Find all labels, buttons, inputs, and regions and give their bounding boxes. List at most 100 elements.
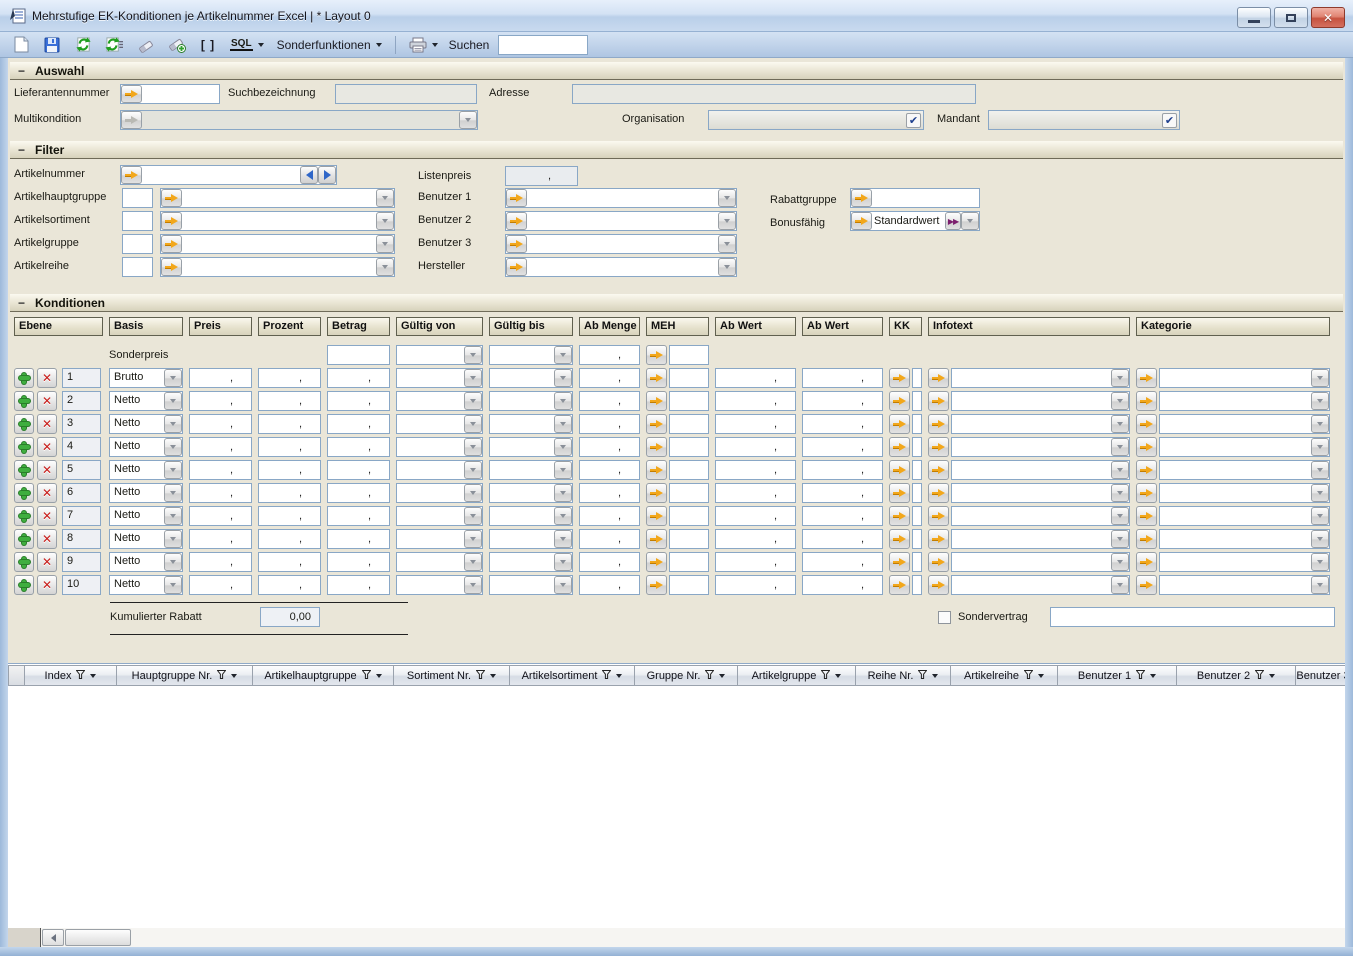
delete-row-button-7[interactable]: ✕ [37,506,57,526]
chevron-down-icon[interactable] [164,576,182,594]
kk-lookup-button-4[interactable] [889,437,910,457]
meh-lookup-button-8[interactable] [646,529,667,549]
chevron-down-icon[interactable] [464,553,482,571]
chevron-down-icon[interactable] [1111,576,1129,594]
chevron-down-icon[interactable] [164,484,182,502]
betrag-input-5[interactable]: , [327,460,390,480]
meh-input-10[interactable] [669,575,709,595]
chevron-down-icon[interactable] [1311,553,1329,571]
preis-input-10[interactable]: , [189,575,252,595]
chevron-down-icon[interactable] [1311,530,1329,548]
ab-wert2-input-5[interactable]: , [802,460,883,480]
minimize-button[interactable] [1237,7,1271,28]
lieferantennummer-lookup-button[interactable] [121,85,142,103]
prozent-input-1[interactable]: , [258,368,321,388]
listenpreis-field[interactable]: , [505,166,578,186]
chevron-down-icon[interactable] [554,461,572,479]
chevron-down-icon[interactable] [464,484,482,502]
scrollbar-thumb[interactable] [65,929,131,946]
benutzer1-combo[interactable] [505,188,737,208]
chevron-down-icon[interactable] [376,235,394,253]
gueltig-von-combo-3[interactable] [396,414,483,434]
delete-row-button-2[interactable]: ✕ [37,391,57,411]
new-button[interactable] [10,34,32,56]
chevron-down-icon[interactable] [459,111,477,129]
delete-row-button-4[interactable]: ✕ [37,437,57,457]
lieferantennummer-input[interactable] [142,85,219,103]
result-col-header-sortiment-nr[interactable]: Sortiment Nr. [394,665,510,686]
chevron-down-icon[interactable] [1111,461,1129,479]
chevron-down-icon[interactable] [1111,530,1129,548]
suchbezeichnung-field[interactable] [335,84,477,104]
chevron-down-icon[interactable] [1111,415,1129,433]
prozent-input-6[interactable]: , [258,483,321,503]
infotext-combo-3[interactable] [951,414,1130,434]
chevron-down-icon[interactable] [718,189,736,207]
preis-input-3[interactable]: , [189,414,252,434]
meh-input-5[interactable] [669,460,709,480]
result-col-header-benutzer-3[interactable]: Benutzer 3 [1296,665,1345,686]
betrag-input-3[interactable]: , [327,414,390,434]
gueltig-von-combo-9[interactable] [396,552,483,572]
meh-lookup-button-10[interactable] [646,575,667,595]
chevron-down-icon[interactable] [164,507,182,525]
kk-lookup-button-3[interactable] [889,414,910,434]
bonusfaehig-lookup-button[interactable] [851,212,872,230]
insert-row-button-6[interactable] [14,483,34,503]
ab-menge-input-2[interactable]: , [579,391,640,411]
chevron-down-icon[interactable] [1311,369,1329,387]
chevron-down-icon[interactable] [1111,438,1129,456]
betrag-input-2[interactable]: , [327,391,390,411]
sonderpreis-gueltig-bis-combo[interactable] [489,345,573,365]
kategorie-combo-6[interactable] [1159,483,1330,503]
result-col-header-reihe-nr[interactable]: Reihe Nr. [856,665,951,686]
gueltig-bis-combo-1[interactable] [489,368,573,388]
brackets-button[interactable]: [ ] [197,34,219,56]
chevron-down-icon[interactable] [1150,674,1156,678]
insert-row-button-1[interactable] [14,368,34,388]
preis-input-7[interactable]: , [189,506,252,526]
chevron-down-icon[interactable] [464,507,482,525]
chevron-down-icon[interactable] [376,189,394,207]
delete-row-button-1[interactable]: ✕ [37,368,57,388]
chevron-down-icon[interactable] [718,258,736,276]
benutzer2-lookup-button[interactable] [506,212,527,230]
gueltig-von-combo-1[interactable] [396,368,483,388]
artikelsortiment-nr-input[interactable] [122,211,153,231]
kategorie-lookup-button-4[interactable] [1136,437,1157,457]
meh-lookup-button-5[interactable] [646,460,667,480]
ab-wert-input-10[interactable]: , [715,575,796,595]
chevron-down-icon[interactable] [376,674,382,678]
infotext-lookup-button-6[interactable] [928,483,949,503]
kategorie-combo-4[interactable] [1159,437,1330,457]
chevron-down-icon[interactable] [554,346,572,364]
chevron-down-icon[interactable] [164,530,182,548]
ab-wert-input-6[interactable]: , [715,483,796,503]
clear-button[interactable] [135,34,157,56]
chevron-down-icon[interactable] [164,392,182,410]
preis-input-9[interactable]: , [189,552,252,572]
insert-row-button-10[interactable] [14,575,34,595]
refresh-list-button[interactable] [103,34,126,56]
scroll-left-button[interactable] [42,929,64,946]
ab-wert2-input-10[interactable]: , [802,575,883,595]
meh-input-6[interactable] [669,483,709,503]
chevron-down-icon[interactable] [1111,484,1129,502]
sonderpreis-meh-lookup-button[interactable] [646,345,667,365]
filter-funnel-icon[interactable] [705,670,714,682]
chevron-down-icon[interactable] [1311,415,1329,433]
chevron-down-icon[interactable] [1311,576,1329,594]
meh-lookup-button-7[interactable] [646,506,667,526]
infotext-lookup-button-2[interactable] [928,391,949,411]
insert-row-button-7[interactable] [14,506,34,526]
meh-input-9[interactable] [669,552,709,572]
kk-lookup-button-8[interactable] [889,529,910,549]
chevron-down-icon[interactable] [1111,553,1129,571]
chevron-down-icon[interactable] [1269,674,1275,678]
artikelgruppe-lookup-button[interactable] [161,235,182,253]
ab-wert-input-3[interactable]: , [715,414,796,434]
artikelhauptgruppe-nr-input[interactable] [122,188,153,208]
gueltig-bis-combo-3[interactable] [489,414,573,434]
artikelhauptgruppe-lookup-button[interactable] [161,189,182,207]
sondervertrag-checkbox[interactable] [938,611,951,624]
